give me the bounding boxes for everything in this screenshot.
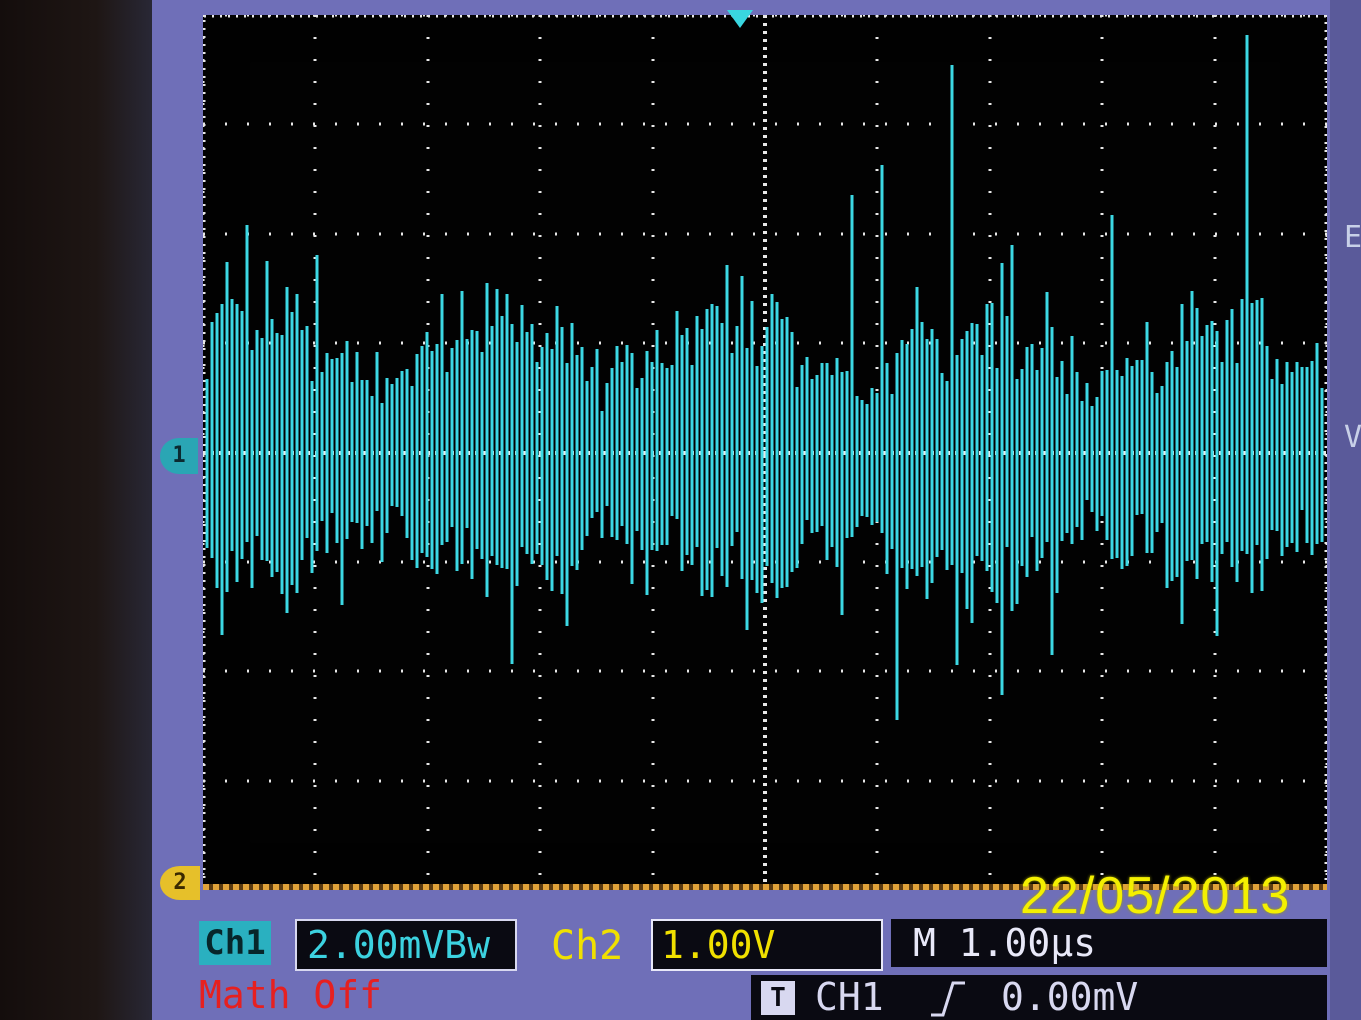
- ch2-scale-box[interactable]: 1.00V: [651, 919, 883, 971]
- ch1-scale-box[interactable]: 2.00mVBw: [295, 919, 517, 971]
- trigger-level: 0.00mV: [1001, 975, 1139, 1019]
- trigger-type-icon: T: [761, 981, 795, 1015]
- ch2-label[interactable]: Ch2: [551, 923, 623, 969]
- math-status[interactable]: Math Off: [199, 973, 382, 1017]
- trigger-source: CH1: [815, 975, 884, 1019]
- trigger-position-icon: [727, 10, 753, 28]
- ch1-trace-group: [205, 35, 1324, 720]
- ch1-volts-per-div: 2.00mVBw: [307, 923, 491, 967]
- ch1-waveform: [205, 35, 1324, 720]
- ch1-label[interactable]: Ch1: [199, 921, 271, 965]
- trigger-status[interactable]: T CH1 0.00mV: [751, 975, 1327, 1020]
- lcd-right-strip: [1330, 0, 1361, 1020]
- ch1-ground-marker[interactable]: 1: [160, 438, 198, 474]
- ch2-ground-marker[interactable]: 2: [160, 866, 200, 900]
- side-softkey-letter: E: [1344, 220, 1361, 255]
- status-bar: Ch1 2.00mVBw Ch2 1.00V M 1.00µs Math Off…: [195, 915, 1327, 1020]
- rising-edge-icon: [931, 981, 965, 1017]
- ch2-volts-per-div: 1.00V: [661, 923, 776, 967]
- device-bezel-left: [0, 0, 160, 1020]
- timebase-box[interactable]: M 1.00µs: [891, 919, 1327, 967]
- timebase-value: M 1.00µs: [913, 921, 1097, 965]
- side-softkey-letter: V: [1344, 420, 1361, 455]
- waveform-display: [203, 15, 1327, 890]
